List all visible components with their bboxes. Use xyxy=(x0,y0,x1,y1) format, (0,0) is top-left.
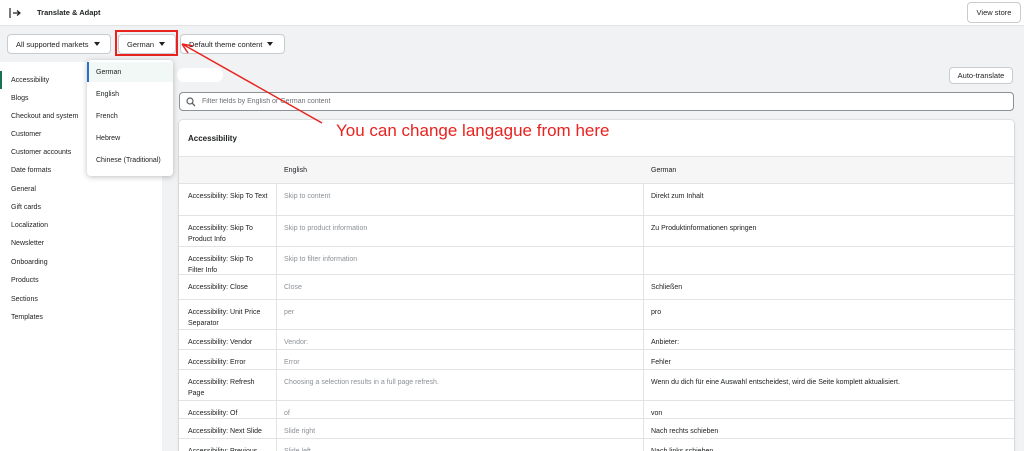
row-key: Accessibility: Skip To Filter Info xyxy=(188,256,253,274)
row-german-field[interactable]: Zu Produktinformationen springen xyxy=(651,223,1006,234)
row-key: Accessibility: Skip To Product Info xyxy=(188,225,253,243)
caret-down-icon xyxy=(93,42,100,46)
table-row: Accessibility: Close Close Schließen xyxy=(179,275,1014,300)
search-icon xyxy=(186,96,196,106)
row-key: Accessibility: Previous xyxy=(188,446,268,451)
row-english: Close xyxy=(284,284,302,291)
card-title: Accessibility xyxy=(188,134,237,143)
sidebar-item[interactable]: Onboarding xyxy=(0,253,162,271)
row-key: Accessibility: Unit Price Separator xyxy=(188,309,261,327)
row-key: Accessibility: Error xyxy=(188,359,246,366)
table-header: English German xyxy=(179,156,1014,184)
table-row: Accessibility: Error Error Fehler xyxy=(179,350,1014,370)
row-english: Choosing a selection results in a full p… xyxy=(284,379,439,386)
exit-icon[interactable] xyxy=(8,6,22,20)
row-key: Accessibility: Refresh Page xyxy=(188,379,255,397)
row-key: Accessibility: Of xyxy=(188,410,238,417)
caret-down-icon xyxy=(267,42,274,46)
translation-card: Accessibility English German Accessibili… xyxy=(179,120,1014,451)
language-option[interactable]: English xyxy=(87,84,173,104)
highlight-box xyxy=(115,30,178,56)
row-english: per xyxy=(284,309,295,316)
sidebar-item[interactable]: General xyxy=(0,180,162,198)
column-header-german: German xyxy=(651,167,677,174)
row-german-field[interactable]: Wenn du dich für eine Auswahl entscheide… xyxy=(651,377,1006,388)
row-german-field[interactable]: von xyxy=(651,408,1006,419)
language-dropdown: German English French Hebrew Chinese (Tradit… xyxy=(87,60,173,176)
view-store-button[interactable]: View store xyxy=(967,2,1021,23)
row-german-field[interactable]: pro xyxy=(651,307,1006,318)
markets-filter-label: All supported markets xyxy=(16,39,89,49)
row-english: Vendor: xyxy=(284,339,309,346)
table-row: Accessibility: Skip To Text Skip to conte… xyxy=(179,184,1014,216)
table-row: Accessibility: Skip To Filter Info Skip t… xyxy=(179,247,1014,275)
row-english: Skip to product information xyxy=(284,225,368,232)
annotation-text: You can change langague from here xyxy=(336,121,610,140)
content-filter-label: Default theme content xyxy=(189,39,263,49)
row-key: Accessibility: Close xyxy=(188,284,248,291)
auto-translate-button[interactable]: Auto-translate xyxy=(949,67,1013,84)
row-key: Accessibility: Next Slide xyxy=(188,428,262,435)
table-row: Accessibility: Refresh Page Choosing a se… xyxy=(179,370,1014,401)
table-row: Accessibility: Next Slide Slide right Nach… xyxy=(179,419,1014,439)
language-option[interactable]: German xyxy=(87,62,173,82)
sidebar-item[interactable]: Newsletter xyxy=(0,234,162,252)
markets-filter-button[interactable]: All supported markets xyxy=(7,34,111,54)
row-german-field[interactable]: Nach rechts schieben xyxy=(651,426,1006,437)
row-german-field[interactable]: Schließen xyxy=(651,282,1006,293)
sidebar-item[interactable]: Gift cards xyxy=(0,198,162,216)
table-row: Accessibility: Of of von xyxy=(179,401,1014,419)
row-english: Skip to filter information xyxy=(284,256,358,263)
language-option[interactable]: Chinese (Traditional) xyxy=(87,150,173,170)
sidebar-item[interactable]: Products xyxy=(0,271,162,289)
row-german-field[interactable]: Nach links schieben xyxy=(651,446,1006,451)
table-row: Accessibility: Unit Price Separator per pr… xyxy=(179,300,1014,330)
sidebar-item[interactable]: Sections xyxy=(0,290,162,308)
row-key: Accessibility: Skip To Text xyxy=(188,193,268,200)
table-row: Accessibility: Skip To Product Info Skip … xyxy=(179,216,1014,247)
toggle-pill[interactable] xyxy=(177,68,223,82)
search-field[interactable] xyxy=(179,92,1014,111)
row-english: of xyxy=(284,410,290,417)
row-english: Slide left xyxy=(284,446,644,451)
row-english: Error xyxy=(284,359,300,366)
language-option[interactable]: Hebrew xyxy=(87,128,173,148)
row-english: Skip to content xyxy=(284,193,331,200)
content-filter-button[interactable]: Default theme content xyxy=(180,34,285,54)
table-row: Accessibility: Vendor Vendor: Anbieter: xyxy=(179,330,1014,350)
search-input[interactable] xyxy=(202,98,902,105)
top-bar: Translate & Adapt View store xyxy=(0,0,1024,26)
sidebar-item[interactable]: Localization xyxy=(0,216,162,234)
row-german-field[interactable]: Fehler xyxy=(651,357,1006,368)
column-header-english: English xyxy=(284,167,307,174)
row-german-field[interactable]: Direkt zum Inhalt xyxy=(651,191,1006,202)
row-german-field[interactable]: Anbieter: xyxy=(651,337,1006,348)
app-title: Translate & Adapt xyxy=(37,8,101,17)
sidebar-item[interactable]: Templates xyxy=(0,308,162,326)
language-option[interactable]: French xyxy=(87,106,173,126)
table-row: Accessibility: Previous Slide left Nach li… xyxy=(179,439,1014,451)
row-english: Slide right xyxy=(284,428,316,435)
row-key: Accessibility: Vendor xyxy=(188,339,253,346)
